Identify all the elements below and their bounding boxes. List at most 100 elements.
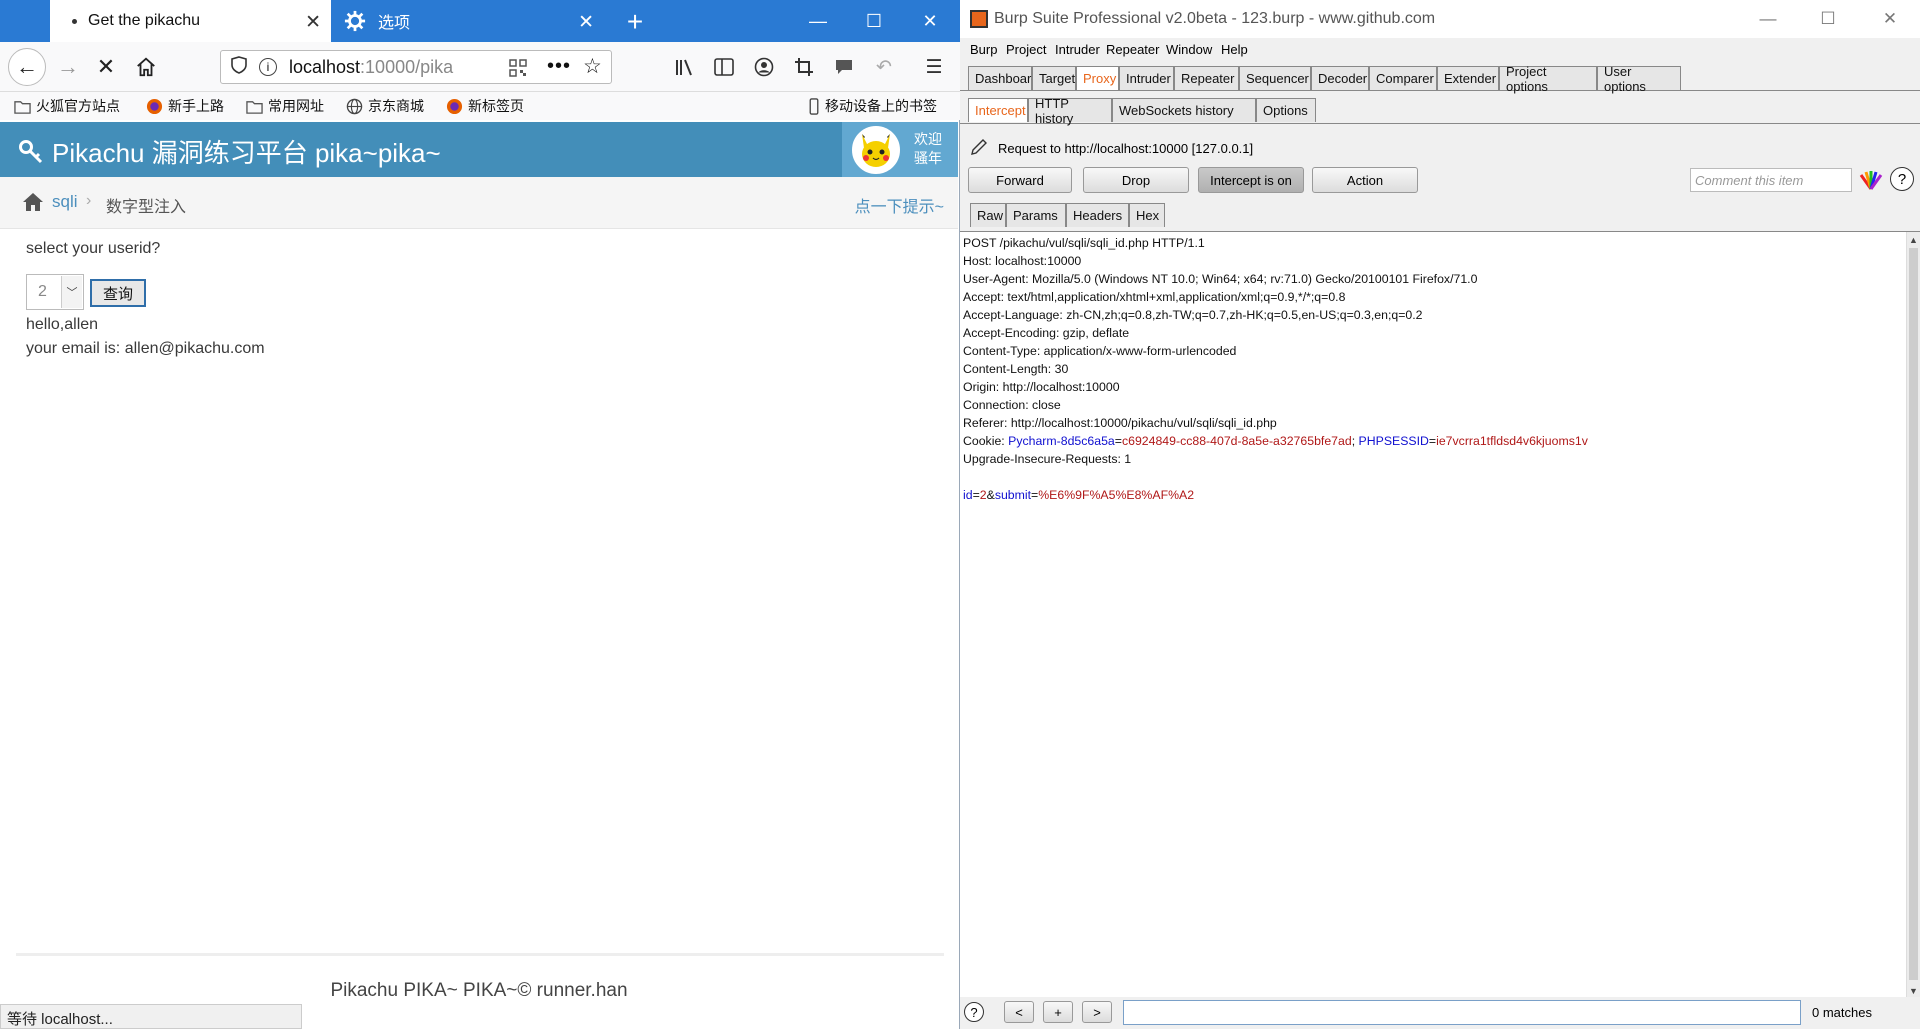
maximize-icon[interactable]: ☐ [1798,0,1858,38]
close-tab-icon[interactable]: ✕ [578,11,594,34]
tab-target[interactable]: Target [1032,66,1076,90]
chat-bubble-icon[interactable] [832,55,856,79]
tab-raw[interactable]: Raw [970,203,1006,227]
breadcrumb: sqli › 数字型注入 点一下提示~ [0,177,958,229]
mobile-bookmarks[interactable]: 移动设备上的书签 [808,96,937,116]
tab-comparer[interactable]: Comparer [1369,66,1437,90]
next-match-button[interactable]: > [1082,1001,1112,1023]
request-text[interactable]: POST /pikachu/vul/sqli/sqli_id.php HTTP/… [963,234,1588,504]
tab-project-options[interactable]: Project options [1499,64,1597,94]
tab-http-history[interactable]: HTTP history [1028,96,1112,126]
scroll-thumb[interactable] [1909,248,1918,980]
library-icon[interactable] [672,55,696,79]
back-arrow-icon[interactable]: ← [8,48,46,86]
status-bar: 等待 localhost... [0,1004,302,1029]
vertical-scrollbar[interactable]: ▲ ▼ [1906,232,1920,998]
forward-button[interactable]: Forward [968,167,1072,193]
pencil-icon[interactable] [970,138,988,159]
forward-arrow-icon[interactable]: → [50,49,86,85]
request-target: Request to http://localhost:10000 [127.0… [970,138,1253,159]
tab-headers[interactable]: Headers [1066,203,1129,227]
account-icon[interactable] [752,55,776,79]
comment-input[interactable]: Comment this item [1690,168,1852,192]
info-icon[interactable]: i [259,58,277,76]
drop-button[interactable]: Drop [1083,167,1189,193]
home-icon[interactable] [22,192,44,217]
bookmark-item[interactable]: 京东商城 [346,96,424,116]
tab-label: Get the pikachu [88,12,201,29]
menu-intruder[interactable]: Intruder [1055,42,1100,57]
chevron-right-icon: › [86,192,92,209]
bookmark-item[interactable]: 常用网址 [246,96,324,116]
tab-repeater[interactable]: Repeater [1174,66,1239,90]
site-title[interactable]: Pikachu 漏洞练习平台 pika~pika~ [18,133,441,170]
tab-proxy[interactable]: Proxy [1076,66,1119,90]
bookmark-item[interactable]: 新手上路 [146,96,224,116]
search-input[interactable] [1123,1000,1801,1025]
close-window-icon[interactable]: ✕ [1860,0,1920,38]
tab-intruder[interactable]: Intruder [1119,66,1174,90]
site-title-text: Pikachu 漏洞练习平台 pika~pika~ [52,138,441,168]
tab-hex[interactable]: Hex [1129,203,1165,227]
previous-match-button[interactable]: < [1004,1001,1034,1023]
burp-window: Burp Suite Professional v2.0beta - 123.b… [960,0,1920,1029]
hint-link[interactable]: 点一下提示~ [855,193,944,217]
help-icon[interactable]: ? [964,1002,984,1022]
tab-dashboard[interactable]: Dashboard [968,66,1039,90]
close-tab-icon[interactable]: ✕ [305,11,321,34]
qr-code-icon[interactable] [509,59,527,77]
home-icon[interactable] [128,49,164,85]
menu-project[interactable]: Project [1006,42,1046,57]
user-menu[interactable]: 欢迎 骚年 [842,122,958,177]
hamburger-menu-icon[interactable]: ☰ [922,55,946,79]
bookmark-label: 火狐官方站点 [36,98,120,114]
query-button[interactable]: 查询 [90,279,146,307]
request-editor[interactable]: POST /pikachu/vul/sqli/sqli_id.php HTTP/… [960,231,1920,998]
intercept-toggle-button[interactable]: Intercept is on [1198,167,1304,193]
bookmark-item[interactable]: 火狐官方站点 [14,96,120,116]
search-options-button[interactable]: + [1043,1001,1073,1023]
tab-extender[interactable]: Extender [1437,66,1499,90]
window-title: Burp Suite Professional v2.0beta - 123.b… [994,10,1436,27]
chevron-down-icon[interactable]: ﹀ [61,276,82,308]
help-icon[interactable]: ? [1890,167,1914,191]
stop-loading-icon[interactable]: ✕ [88,49,124,85]
action-button[interactable]: Action [1312,167,1418,193]
scroll-up-icon[interactable]: ▲ [1907,233,1920,246]
tab-options[interactable]: Options [1256,98,1316,122]
tab-websockets-history[interactable]: WebSockets history [1112,98,1256,122]
page-actions-icon[interactable]: ••• [547,55,571,78]
tab-options[interactable]: 选项 ✕ [334,0,604,42]
url-bar[interactable]: i localhost:10000/pika ••• ☆ [220,50,612,84]
tab-decoder[interactable]: Decoder [1311,66,1369,90]
close-window-icon[interactable]: ✕ [902,0,958,42]
request-line: Content-Type: application/x-www-form-url… [963,344,1237,358]
tab-user-options[interactable]: User options [1597,64,1681,94]
minimize-icon[interactable]: — [1738,0,1798,38]
breadcrumb-link-sqli[interactable]: sqli [52,192,78,212]
bookmark-item[interactable]: 新标签页 [446,96,524,116]
tab-get-the-pikachu[interactable]: Get the pikachu ✕ [50,0,331,42]
userid-select[interactable]: 2 ﹀ [26,274,84,310]
bookmark-star-icon[interactable]: ☆ [583,54,602,79]
tab-sequencer[interactable]: Sequencer [1239,66,1311,90]
sidebar-icon[interactable] [712,55,736,79]
undo-icon[interactable]: ↶ [872,55,896,79]
menu-burp[interactable]: Burp [970,42,997,57]
maximize-icon[interactable]: ☐ [846,0,902,42]
screenshot-crop-icon[interactable] [792,55,816,79]
highlight-color-icon[interactable] [1859,169,1883,191]
tab-intercept[interactable]: Intercept [968,98,1028,122]
menu-window[interactable]: Window [1166,42,1212,57]
scroll-down-icon[interactable]: ▼ [1907,984,1920,997]
welcome-line: 欢迎 [914,131,942,147]
new-tab-icon[interactable]: + [620,6,650,38]
tab-params[interactable]: Params [1006,203,1066,227]
minimize-icon[interactable]: — [790,0,846,42]
title-bar: Burp Suite Professional v2.0beta - 123.b… [960,0,1920,38]
request-line: User-Agent: Mozilla/5.0 (Windows NT 10.0… [963,272,1478,286]
result-greeting: hello,allen [26,316,99,333]
result-email: your email is: allen@pikachu.com [26,340,265,357]
menu-repeater[interactable]: Repeater [1106,42,1159,57]
menu-help[interactable]: Help [1221,42,1248,57]
